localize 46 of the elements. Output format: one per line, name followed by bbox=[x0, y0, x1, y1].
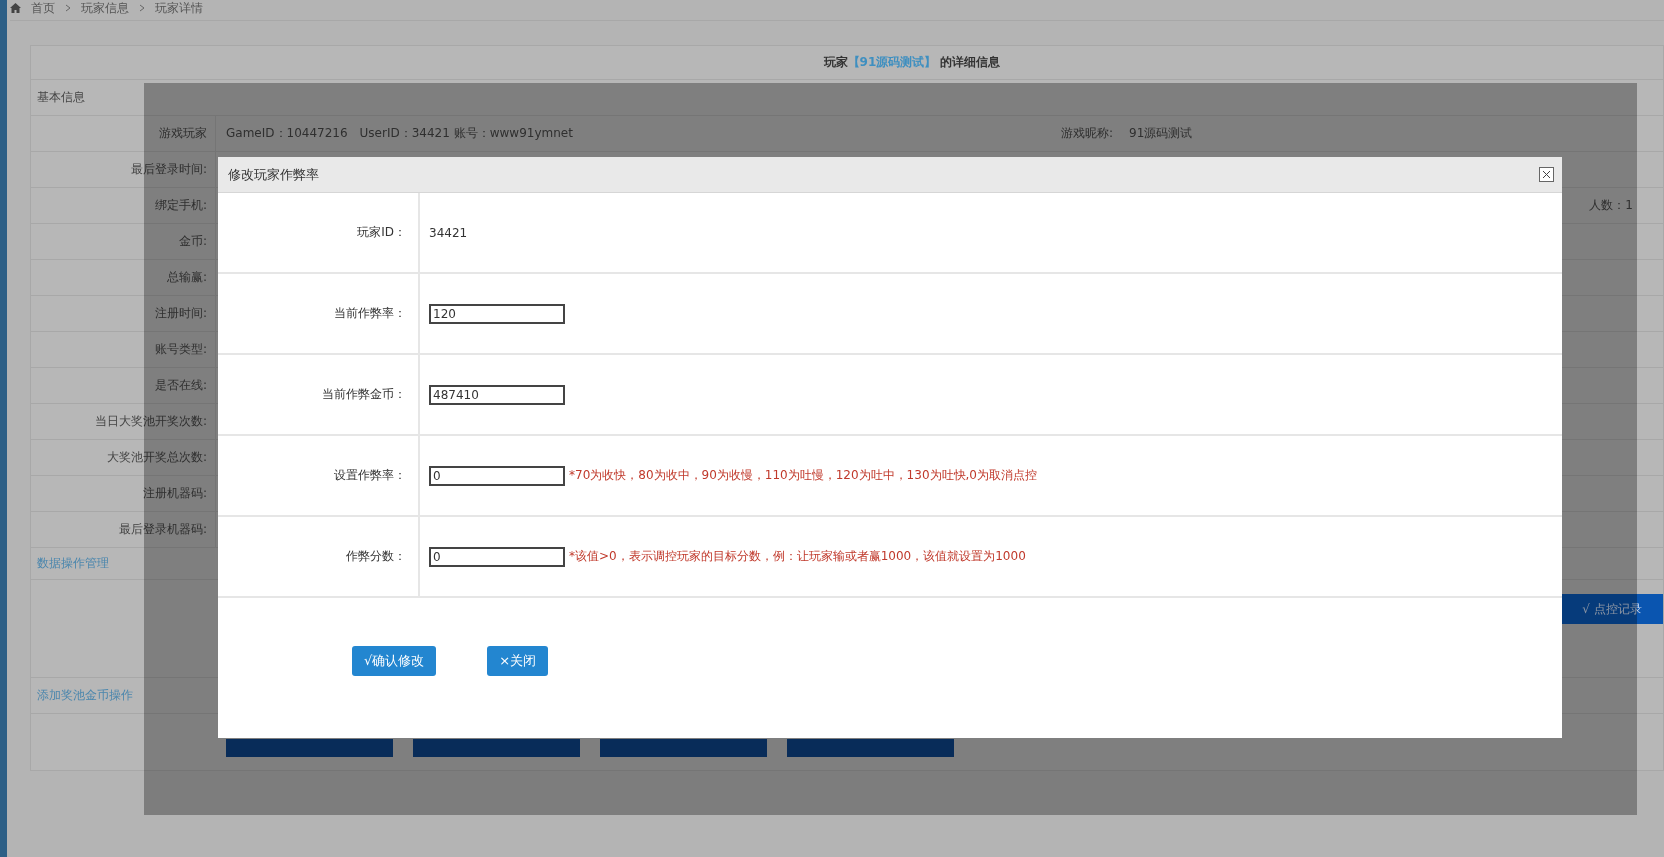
field-label: 账号类型: bbox=[154, 341, 207, 358]
field-label: 设置作弊率： bbox=[334, 467, 406, 484]
chevron-icon bbox=[65, 4, 71, 12]
field-label: 当日大奖池开奖次数: bbox=[94, 413, 207, 430]
breadcrumb-link[interactable]: 玩家信息 bbox=[81, 0, 129, 17]
field-label: 总输赢: bbox=[166, 269, 207, 286]
field-label: 大奖池开奖总次数: bbox=[106, 449, 207, 466]
field-label: 作弊分数： bbox=[346, 548, 406, 565]
action-button[interactable] bbox=[600, 739, 767, 757]
field-value: 34421 bbox=[429, 225, 468, 240]
input-field[interactable]: 0 bbox=[429, 546, 565, 567]
hint-text: *70为收快，80为收中，90为收慢，110为吐慢，120为吐中，130为吐快,0为取消点控 bbox=[569, 467, 1037, 484]
record-button[interactable]: √ 点控记录 bbox=[1561, 594, 1663, 624]
section-heading: 基本信息 bbox=[37, 89, 85, 106]
close-button[interactable]: ×关闭 bbox=[487, 646, 549, 676]
field-label: 注册机器码: bbox=[142, 485, 207, 502]
field-label: 金币: bbox=[178, 233, 207, 250]
field-label: 游戏玩家 bbox=[159, 125, 207, 142]
action-button[interactable] bbox=[226, 739, 393, 757]
field-label: 注册时间: bbox=[154, 305, 207, 322]
home-icon bbox=[10, 3, 21, 13]
field-label: 玩家ID： bbox=[357, 224, 406, 241]
field-value: 人数：1 bbox=[1589, 197, 1633, 214]
panel-title: 玩家【91源码测试】 的详细信息 bbox=[823, 54, 1001, 71]
field-label: 当前作弊金币： bbox=[322, 386, 406, 403]
section-link[interactable]: 添加奖池金币操作 bbox=[37, 687, 133, 704]
section-link[interactable]: 数据操作管理 bbox=[37, 555, 109, 572]
input-field[interactable]: 120 bbox=[429, 303, 565, 324]
confirm-button[interactable]: √确认修改 bbox=[352, 646, 437, 676]
field-label: 最后登录机器码: bbox=[118, 521, 207, 538]
field-label: 游戏昵称: bbox=[1061, 125, 1114, 142]
breadcrumb-link[interactable]: 首页 bbox=[31, 0, 55, 17]
field-label: 当前作弊率： bbox=[334, 305, 406, 322]
input-field[interactable]: 487410 bbox=[429, 384, 565, 405]
dialog-title: 修改玩家作弊率 bbox=[228, 165, 319, 184]
action-button[interactable] bbox=[413, 739, 580, 757]
field-label: 绑定手机: bbox=[154, 197, 207, 214]
input-field[interactable]: 0 bbox=[429, 465, 565, 486]
close-icon[interactable] bbox=[1539, 167, 1554, 182]
chevron-icon bbox=[139, 4, 145, 12]
hint-text: *该值>0，表示调控玩家的目标分数，例：让玩家输或者赢1000，该值就设置为1000 bbox=[569, 548, 1026, 565]
breadcrumb-link[interactable]: 玩家详情 bbox=[155, 0, 203, 17]
field-label: 是否在线: bbox=[154, 377, 207, 394]
field-value: 91源码测试 bbox=[1129, 125, 1193, 142]
action-button[interactable] bbox=[787, 739, 954, 757]
field-label: 最后登录时间: bbox=[130, 161, 207, 178]
